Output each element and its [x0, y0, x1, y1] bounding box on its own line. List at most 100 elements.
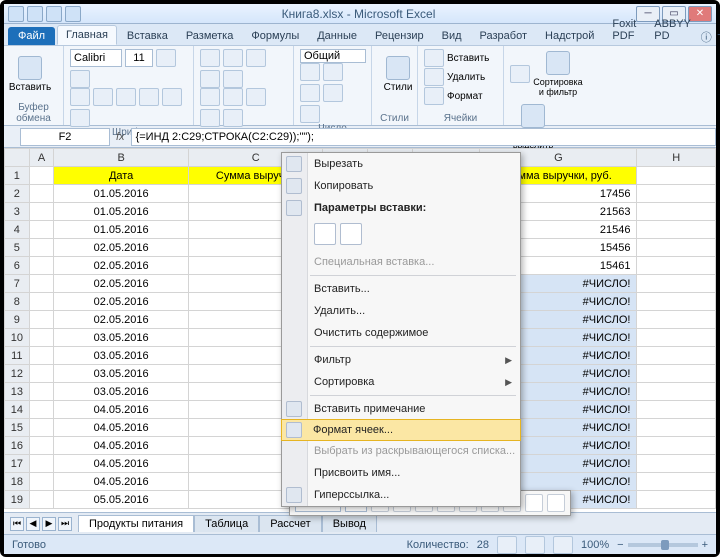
- percent-icon[interactable]: [323, 63, 343, 81]
- cell[interactable]: [637, 365, 716, 383]
- cell[interactable]: 03.05.2016: [54, 383, 189, 401]
- cell[interactable]: [637, 401, 716, 419]
- align-left-icon[interactable]: [200, 88, 220, 106]
- ctx-format-cells[interactable]: Формат ячеек...: [281, 419, 521, 441]
- zoom-slider[interactable]: [628, 543, 698, 547]
- sheet-tab-1[interactable]: Таблица: [194, 515, 259, 532]
- row-header-1[interactable]: 1: [5, 167, 30, 185]
- wrap-icon[interactable]: [223, 70, 243, 88]
- row-header-14[interactable]: 14: [5, 401, 30, 419]
- cell[interactable]: [29, 275, 54, 293]
- styles-button[interactable]: Стили: [378, 49, 418, 99]
- cell[interactable]: [637, 185, 716, 203]
- font-select[interactable]: Calibri: [70, 49, 122, 67]
- cell[interactable]: 01.05.2016: [54, 221, 189, 239]
- row-header-13[interactable]: 13: [5, 383, 30, 401]
- row-header-8[interactable]: 8: [5, 293, 30, 311]
- qat-save-icon[interactable]: [27, 6, 43, 22]
- ctx-dropdown-list[interactable]: Выбрать из раскрывающегося списка...: [282, 440, 520, 462]
- tab-developer[interactable]: Разработ: [472, 27, 535, 45]
- paste-button[interactable]: Вставить: [10, 49, 50, 99]
- cell[interactable]: [637, 383, 716, 401]
- cell[interactable]: [637, 167, 716, 185]
- dec-dec-icon[interactable]: [300, 105, 320, 123]
- ribbon-minimize-icon[interactable]: ⓘ: [701, 29, 712, 45]
- ctx-define-name[interactable]: Присвоить имя...: [282, 462, 520, 484]
- row-header-2[interactable]: 2: [5, 185, 30, 203]
- ctx-paste-special[interactable]: Специальная вставка...: [282, 251, 520, 273]
- merge-icon[interactable]: [223, 109, 243, 127]
- cell[interactable]: [29, 419, 54, 437]
- cell[interactable]: [637, 275, 716, 293]
- sheet-tab-2[interactable]: Рассчет: [259, 515, 322, 532]
- cell[interactable]: [29, 203, 54, 221]
- currency-icon[interactable]: [300, 63, 320, 81]
- tab-data[interactable]: Данные: [309, 27, 365, 45]
- tab-foxit[interactable]: Foxit PDF: [604, 15, 644, 45]
- border-icon[interactable]: [139, 88, 159, 106]
- mini-fill-icon[interactable]: [525, 494, 543, 512]
- cell[interactable]: 05.05.2016: [54, 491, 189, 509]
- orientation-icon[interactable]: [200, 70, 220, 88]
- cell[interactable]: 02.05.2016: [54, 275, 189, 293]
- cells-format[interactable]: Формат: [424, 87, 497, 105]
- cell[interactable]: 04.05.2016: [54, 437, 189, 455]
- cell[interactable]: 04.05.2016: [54, 401, 189, 419]
- font-color-icon[interactable]: [70, 109, 90, 127]
- cell[interactable]: [29, 293, 54, 311]
- sheet-nav-first[interactable]: ⏮: [10, 517, 24, 531]
- paste-opt1-icon[interactable]: [314, 223, 336, 245]
- cell[interactable]: [29, 347, 54, 365]
- zoom-in-icon[interactable]: +: [702, 539, 708, 551]
- col-header-B[interactable]: B: [54, 149, 189, 167]
- zoom-out-icon[interactable]: −: [617, 539, 623, 551]
- name-box[interactable]: F2: [20, 128, 110, 146]
- paste-opt2-icon[interactable]: [340, 223, 362, 245]
- cell[interactable]: [637, 473, 716, 491]
- cell[interactable]: 04.05.2016: [54, 419, 189, 437]
- row-header-12[interactable]: 12: [5, 365, 30, 383]
- sheet-tab-3[interactable]: Вывод: [322, 515, 377, 532]
- decrease-font-icon[interactable]: [70, 70, 90, 88]
- cell[interactable]: [637, 419, 716, 437]
- align-top-icon[interactable]: [200, 49, 220, 67]
- qat-redo-icon[interactable]: [65, 6, 81, 22]
- row-header-3[interactable]: 3: [5, 203, 30, 221]
- cell[interactable]: [637, 293, 716, 311]
- sheet-nav-prev[interactable]: ◀: [26, 517, 40, 531]
- tab-formulas[interactable]: Формулы: [243, 27, 307, 45]
- tab-abbyy[interactable]: ABBYY PD: [646, 15, 699, 45]
- cell[interactable]: 01.05.2016: [54, 185, 189, 203]
- sheet-nav-next[interactable]: ▶: [42, 517, 56, 531]
- cell[interactable]: 02.05.2016: [54, 257, 189, 275]
- row-header-5[interactable]: 5: [5, 239, 30, 257]
- cell[interactable]: 02.05.2016: [54, 239, 189, 257]
- underline-icon[interactable]: [116, 88, 136, 106]
- cell[interactable]: 03.05.2016: [54, 347, 189, 365]
- row-header-15[interactable]: 15: [5, 419, 30, 437]
- align-mid-icon[interactable]: [223, 49, 243, 67]
- cell[interactable]: [637, 455, 716, 473]
- cell[interactable]: 01.05.2016: [54, 203, 189, 221]
- ctx-delete[interactable]: Удалить...: [282, 300, 520, 322]
- indent-dec-icon[interactable]: [200, 109, 220, 127]
- cell[interactable]: [637, 437, 716, 455]
- qat-undo-icon[interactable]: [46, 6, 62, 22]
- tab-addins[interactable]: Надстрой: [537, 27, 602, 45]
- cell[interactable]: [29, 473, 54, 491]
- formula-bar[interactable]: {=ИНД 2:C29;СТРОКА(C2:C29));"");: [131, 128, 716, 146]
- cell[interactable]: [29, 239, 54, 257]
- ctx-sort[interactable]: Сортировка▶: [282, 371, 520, 393]
- view-normal-icon[interactable]: [497, 536, 517, 554]
- sheet-nav-last[interactable]: ⏭: [58, 517, 72, 531]
- cell[interactable]: [29, 383, 54, 401]
- row-header-7[interactable]: 7: [5, 275, 30, 293]
- number-format[interactable]: Общий: [300, 49, 366, 63]
- cell[interactable]: [29, 365, 54, 383]
- align-center-icon[interactable]: [223, 88, 243, 106]
- cell[interactable]: [637, 491, 716, 509]
- cell[interactable]: [29, 329, 54, 347]
- row-header-9[interactable]: 9: [5, 311, 30, 329]
- header-date[interactable]: Дата: [54, 167, 189, 185]
- row-header-11[interactable]: 11: [5, 347, 30, 365]
